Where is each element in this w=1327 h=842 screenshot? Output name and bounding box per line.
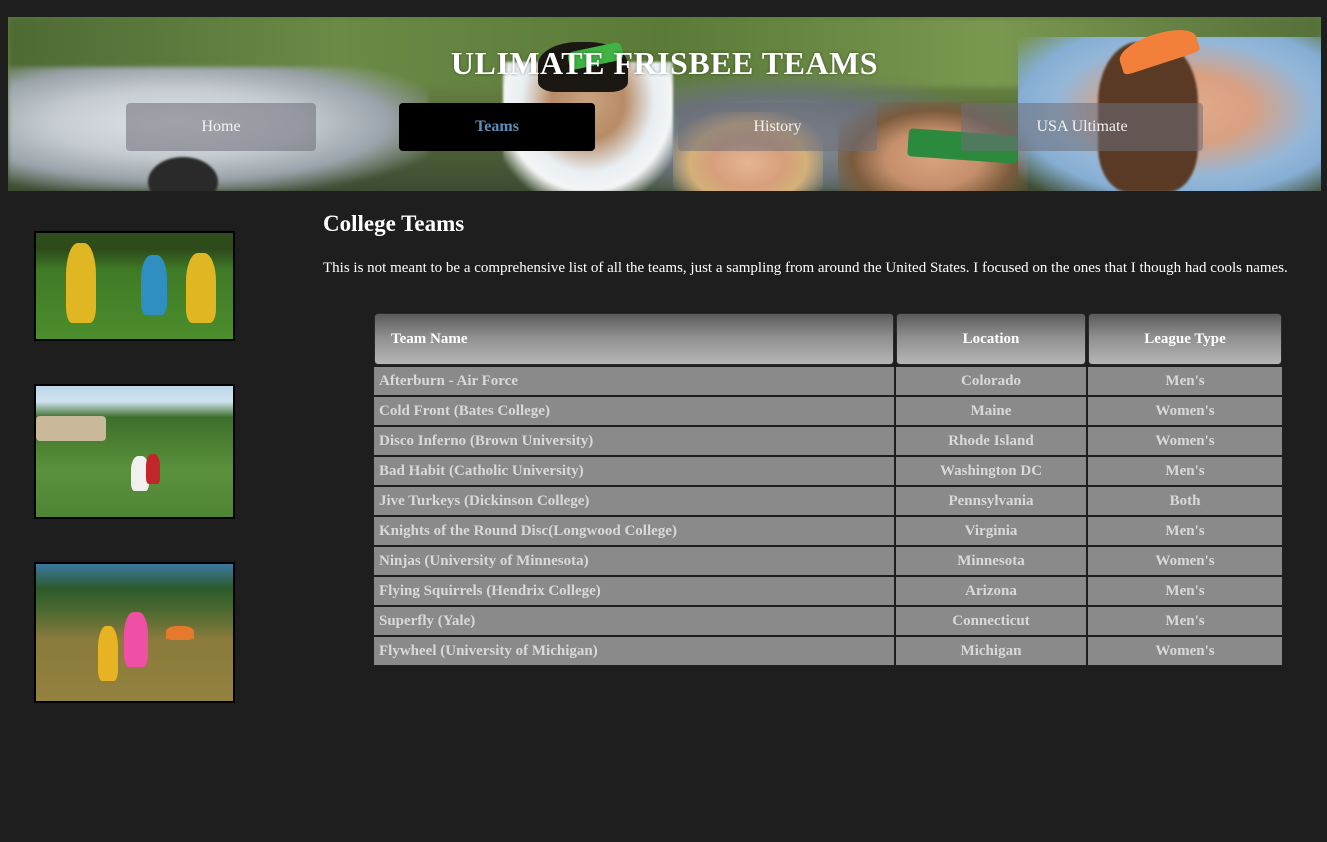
table-row: Superfly (Yale) Connecticut Men's: [374, 607, 1282, 635]
photo-player-figure: [146, 454, 160, 484]
cell-team-name: Flying Squirrels (Hendrix College): [374, 577, 894, 605]
page-heading: College Teams: [323, 211, 465, 236]
cell-league-type: Men's: [1088, 457, 1282, 485]
cell-team-name: Flywheel (University of Michigan): [374, 637, 894, 665]
table-row: Bad Habit (Catholic University) Washingt…: [374, 457, 1282, 485]
sidebar-photo-2: [34, 384, 235, 519]
header-banner: ULIMATE FRISBEE TEAMS Home Teams History…: [8, 17, 1321, 191]
cell-location: Maine: [896, 397, 1086, 425]
nav-history[interactable]: History: [678, 103, 877, 151]
cell-team-name: Knights of the Round Disc(Longwood Colle…: [374, 517, 894, 545]
photo-player-figure: [98, 626, 118, 681]
site-title: ULIMATE FRISBEE TEAMS: [450, 45, 879, 81]
photo-player-figure: [124, 612, 148, 667]
cell-team-name: Cold Front (Bates College): [374, 397, 894, 425]
cell-league-type: Women's: [1088, 547, 1282, 575]
cell-location: Colorado: [896, 367, 1086, 395]
table-row: Disco Inferno (Brown University) Rhode I…: [374, 427, 1282, 455]
table-row: Cold Front (Bates College) Maine Women's: [374, 397, 1282, 425]
nav-usa-ultimate[interactable]: USA Ultimate: [961, 103, 1203, 151]
cell-team-name: Ninjas (University of Minnesota): [374, 547, 894, 575]
photo-player-figure: [186, 253, 216, 323]
header-team-name: Team Name: [374, 313, 894, 365]
table-header-row: Team Name Location League Type: [374, 313, 1282, 365]
header-location: Location: [896, 313, 1086, 365]
cell-league-type: Men's: [1088, 517, 1282, 545]
cell-team-name: Superfly (Yale): [374, 607, 894, 635]
cell-location: Washington DC: [896, 457, 1086, 485]
photo-background-players: [166, 626, 194, 640]
sidebar-photo-1: [34, 231, 235, 341]
table-row: Jive Turkeys (Dickinson College) Pennsyl…: [374, 487, 1282, 515]
header-league-type: League Type: [1088, 313, 1282, 365]
teams-table: Team Name Location League Type Afterburn…: [372, 311, 1284, 667]
table-row: Afterburn - Air Force Colorado Men's: [374, 367, 1282, 395]
nav-teams[interactable]: Teams: [399, 103, 595, 151]
cell-location: Virginia: [896, 517, 1086, 545]
cell-team-name: Bad Habit (Catholic University): [374, 457, 894, 485]
cell-league-type: Women's: [1088, 637, 1282, 665]
cell-league-type: Both: [1088, 487, 1282, 515]
cell-team-name: Afterburn - Air Force: [374, 367, 894, 395]
page: ULIMATE FRISBEE TEAMS Home Teams History…: [0, 0, 1327, 842]
cell-league-type: Men's: [1088, 577, 1282, 605]
cell-location: Minnesota: [896, 547, 1086, 575]
cell-location: Connecticut: [896, 607, 1086, 635]
nav-home[interactable]: Home: [126, 103, 316, 151]
cell-league-type: Men's: [1088, 367, 1282, 395]
table-row: Ninjas (University of Minnesota) Minneso…: [374, 547, 1282, 575]
cell-location: Arizona: [896, 577, 1086, 605]
intro-paragraph: This is not meant to be a comprehensive …: [323, 260, 1288, 276]
sidebar-photo-3: [34, 562, 235, 703]
cell-location: Pennsylvania: [896, 487, 1086, 515]
cell-team-name: Disco Inferno (Brown University): [374, 427, 894, 455]
photo-player-figure: [141, 255, 167, 315]
cell-league-type: Women's: [1088, 397, 1282, 425]
table-row: Flying Squirrels (Hendrix College) Arizo…: [374, 577, 1282, 605]
table-row: Flywheel (University of Michigan) Michig…: [374, 637, 1282, 665]
photo-player-figure: [66, 243, 96, 323]
cell-team-name: Jive Turkeys (Dickinson College): [374, 487, 894, 515]
table-row: Knights of the Round Disc(Longwood Colle…: [374, 517, 1282, 545]
cell-league-type: Men's: [1088, 607, 1282, 635]
cell-location: Rhode Island: [896, 427, 1086, 455]
photo-house: [36, 416, 106, 441]
cell-location: Michigan: [896, 637, 1086, 665]
cell-league-type: Women's: [1088, 427, 1282, 455]
